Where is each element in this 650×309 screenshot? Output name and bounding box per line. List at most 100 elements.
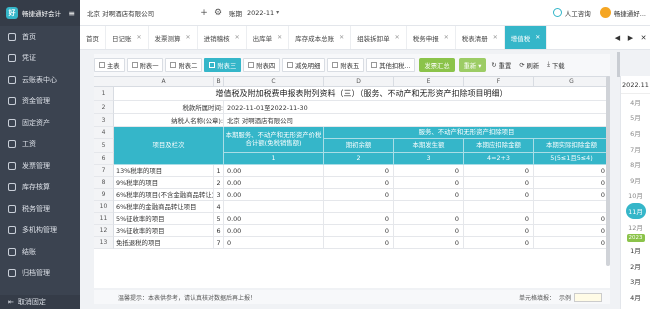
cell-d[interactable]: 0 xyxy=(324,177,394,189)
cell-g[interactable]: 0 xyxy=(534,165,610,177)
header-num-f[interactable]: 4=2+3 xyxy=(464,153,534,165)
row-label[interactable]: 13%税率的项目 xyxy=(114,165,214,177)
month-item[interactable]: 6月 xyxy=(621,125,650,141)
tab-4[interactable]: 出库单 ✕ xyxy=(247,26,290,49)
row-header[interactable]: 2 xyxy=(94,101,114,114)
sheet-tab-1[interactable]: 附表一 xyxy=(126,58,164,72)
tab-0[interactable]: 首页 xyxy=(80,26,106,49)
close-icon[interactable]: ✕ xyxy=(493,34,498,41)
cell-c[interactable]: 0.00 xyxy=(224,225,324,237)
sidebar-item[interactable]: 资金管理 xyxy=(0,91,80,113)
cell-e[interactable]: 0 xyxy=(394,177,464,189)
row-header[interactable]: 3 xyxy=(94,114,114,127)
close-icon[interactable]: ✕ xyxy=(339,34,344,41)
header-col-f[interactable]: 本期应扣除金额 xyxy=(464,139,534,153)
month-item[interactable]: 7月 xyxy=(621,141,650,157)
sheet-tab-2[interactable]: 附表二 xyxy=(165,58,203,72)
month-item[interactable]: 2月 xyxy=(621,258,650,274)
cell-g[interactable]: 0 xyxy=(534,237,610,249)
tab-9[interactable]: 增值税 ✕ xyxy=(504,26,548,49)
menu-toggle-icon[interactable]: ≡ xyxy=(68,9,75,18)
header-item[interactable]: 项目及栏次 xyxy=(114,127,224,165)
spreadsheet[interactable]: A B C D E F G 1 2 3 4 5 6 7 8 9 10 11 12 13 增值税及附加税费申报表附列资料（… xyxy=(94,76,610,288)
cell-d[interactable]: 0 xyxy=(324,237,394,249)
sheet-tab-6[interactable]: 附表五 xyxy=(327,58,365,72)
row-line-number[interactable]: 4 xyxy=(214,201,224,213)
chevron-left-icon[interactable]: ◀ xyxy=(611,34,624,42)
sheet-tab-5[interactable]: 减免明细 xyxy=(282,58,326,72)
row-header[interactable]: 10 xyxy=(94,201,114,213)
cell-c[interactable]: 0.00 xyxy=(224,165,324,177)
close-icon[interactable]: ✕ xyxy=(137,34,142,41)
invoice-summary-button[interactable]: 发票汇总 xyxy=(419,58,455,72)
close-all-icon[interactable]: ✕ xyxy=(637,34,650,42)
unpin-sidebar-button[interactable]: ⇤ 取消固定 xyxy=(0,295,80,309)
sidebar-item[interactable]: 凭证 xyxy=(0,48,80,70)
cell-e[interactable] xyxy=(394,201,464,213)
row-label[interactable]: 3%征收率的项目 xyxy=(114,225,214,237)
row-label[interactable]: 6%税率的项目(不含金融商品转让) xyxy=(114,189,214,201)
tab-1[interactable]: 日记账 ✕ xyxy=(106,26,149,49)
gear-icon[interactable]: ⚙ xyxy=(211,8,225,18)
cell-d[interactable] xyxy=(324,201,394,213)
header-deduct[interactable]: 服务、不动产和无形资产扣除项目 xyxy=(324,127,610,139)
service-link[interactable]: 人工咨询 xyxy=(565,8,591,18)
tab-2[interactable]: 发票测算 ✕ xyxy=(149,26,198,49)
sidebar-item[interactable]: 云账表中心 xyxy=(0,69,80,91)
month-item[interactable]: 9月 xyxy=(621,172,650,188)
headset-icon[interactable] xyxy=(552,8,562,17)
close-icon[interactable]: ✕ xyxy=(395,34,400,41)
taxpayer-label[interactable]: 纳税人名称(公章): xyxy=(114,114,224,127)
header-num-e[interactable]: 3 xyxy=(394,153,464,165)
row-header[interactable]: 9 xyxy=(94,189,114,201)
month-item[interactable]: 8月 xyxy=(621,156,650,172)
close-icon[interactable]: ✕ xyxy=(277,34,282,41)
header-col-d[interactable]: 期初余额 xyxy=(324,139,394,153)
cell-e[interactable]: 0 xyxy=(394,213,464,225)
cell-e[interactable]: 0 xyxy=(394,189,464,201)
tab-scrollbar[interactable] xyxy=(617,52,620,77)
row-header[interactable]: 13 xyxy=(94,237,114,249)
refresh-button[interactable]: ↻ 重置 xyxy=(488,58,514,72)
cell-d[interactable]: 0 xyxy=(324,189,394,201)
row-line-number[interactable]: 7 xyxy=(214,237,224,249)
sidebar-item[interactable]: 归档管理 xyxy=(0,263,80,285)
sidebar-item[interactable]: 工资 xyxy=(0,134,80,156)
column-header-A[interactable]: A xyxy=(114,77,214,87)
period-select[interactable]: 2022-11 xyxy=(247,9,274,17)
row-header[interactable]: 12 xyxy=(94,225,114,237)
sidebar-item[interactable]: 多机构管理 xyxy=(0,220,80,242)
cell-g[interactable]: 0 xyxy=(534,189,610,201)
cell-d[interactable]: 0 xyxy=(324,165,394,177)
tab-8[interactable]: 税表清册 ✕ xyxy=(456,26,505,49)
column-header-B[interactable]: B xyxy=(214,77,224,87)
close-icon[interactable]: ✕ xyxy=(444,34,449,41)
row-header[interactable]: 8 xyxy=(94,177,114,189)
cell-g[interactable] xyxy=(534,201,610,213)
row-label[interactable]: 9%税率的项目 xyxy=(114,177,214,189)
sheet-tab-4[interactable]: 附表四 xyxy=(243,58,281,72)
month-item[interactable]: 1月 xyxy=(621,242,650,258)
cell-g[interactable]: 0 xyxy=(534,213,610,225)
chevron-down-icon[interactable]: ▾ xyxy=(276,9,279,16)
column-header-G[interactable]: G xyxy=(534,77,610,87)
column-header-C[interactable]: C xyxy=(224,77,324,87)
header-num-d[interactable]: 2 xyxy=(324,153,394,165)
cell-f[interactable]: 0 xyxy=(464,165,534,177)
sidebar-item[interactable]: 库存核算 xyxy=(0,177,80,199)
close-icon[interactable]: ✕ xyxy=(186,34,191,41)
cell-c[interactable]: 0.00 xyxy=(224,177,324,189)
sheet-tab-0[interactable]: 主表 xyxy=(94,58,125,72)
header-col-e[interactable]: 本期发生额 xyxy=(394,139,464,153)
user-name[interactable]: 畅捷通好... xyxy=(614,8,646,18)
cell-f[interactable]: 0 xyxy=(464,177,534,189)
row-label[interactable]: 6%税率的金融商品转让项目 xyxy=(114,201,214,213)
sidebar-item[interactable]: 发票管理 xyxy=(0,155,80,177)
row-line-number[interactable]: 2 xyxy=(214,177,224,189)
cell-c[interactable]: 0 xyxy=(224,237,324,249)
cell-e[interactable]: 0 xyxy=(394,165,464,177)
cell-c[interactable]: 0.00 xyxy=(224,189,324,201)
row-header[interactable]: 1 xyxy=(94,87,114,101)
month-item[interactable]: 11月 xyxy=(625,203,646,219)
reset-button[interactable]: 重新 ▾ xyxy=(458,58,487,72)
